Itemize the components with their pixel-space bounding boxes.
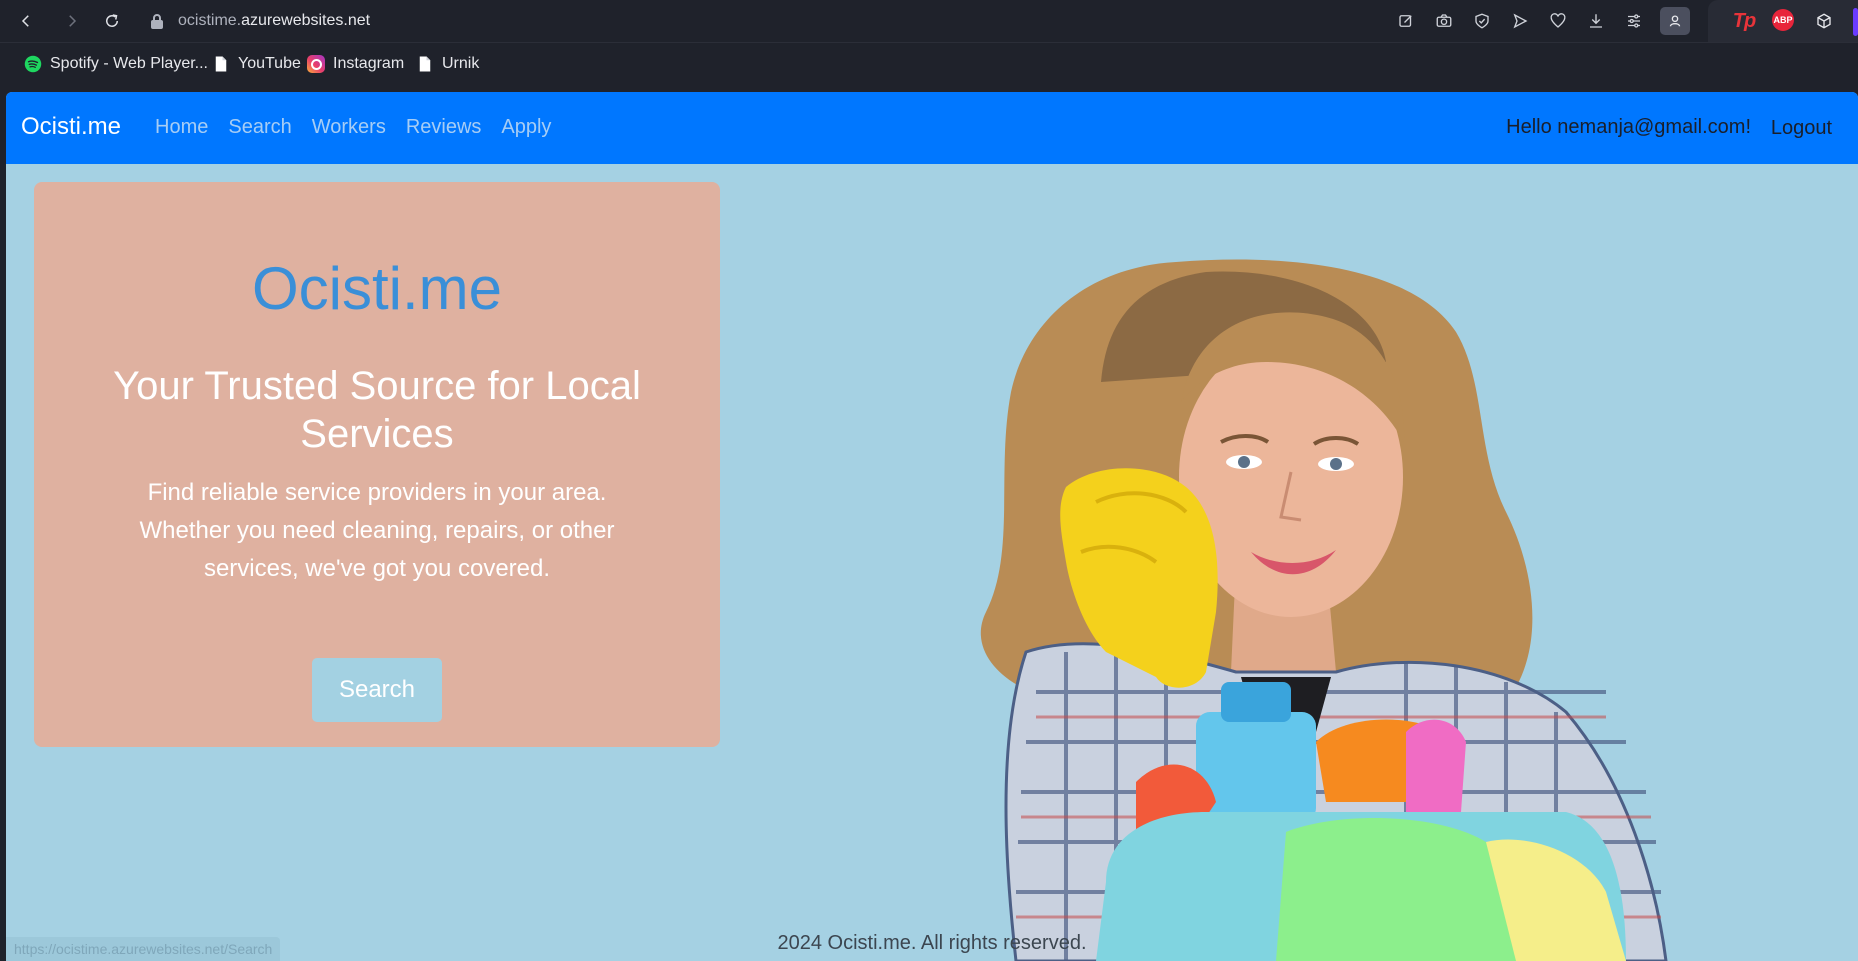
profile-icon[interactable] (1660, 7, 1690, 35)
bookmark-label: Urnik (442, 55, 480, 72)
hero-description: Find reliable service providers in your … (139, 479, 615, 582)
nav-links: Home Search Workers Reviews Apply (155, 116, 571, 139)
user-greeting: Hello nemanja@gmail.com! (1506, 116, 1751, 138)
bookmark-youtube[interactable]: YouTube (212, 52, 301, 76)
adblock-extension-icon[interactable]: ABP (1772, 9, 1794, 31)
shield-icon[interactable] (1470, 9, 1494, 33)
bookmark-urnik[interactable]: Urnik (416, 52, 479, 76)
forward-icon (69, 15, 77, 27)
page-icon (419, 56, 431, 72)
hero-subtitle: Your Trusted Source for Local Services (113, 364, 641, 456)
search-button[interactable]: Search (312, 658, 442, 722)
settings-sliders-icon[interactable] (1622, 9, 1646, 33)
tp-extension-icon[interactable]: Tp (1732, 9, 1756, 33)
bookmark-label: Instagram (333, 55, 405, 72)
bookmarks-bar: Spotify - Web Player... YouTube Instagra… (0, 42, 1858, 85)
back-icon (21, 15, 29, 27)
footer-text: 2024 Ocisti.me. All rights reserved. (777, 932, 1087, 954)
send-icon[interactable] (1508, 9, 1532, 33)
nav-home[interactable]: Home (155, 116, 208, 139)
url-text: ocistime.azurewebsites.net (178, 12, 371, 29)
bookmark-spotify[interactable]: Spotify - Web Player... (24, 52, 208, 76)
camera-icon[interactable] (1432, 9, 1456, 33)
page-icon (215, 56, 227, 72)
instagram-icon (307, 55, 325, 73)
heart-icon[interactable] (1546, 9, 1570, 33)
sidebar-accent (1853, 8, 1858, 36)
reload-icon (106, 14, 118, 27)
lock-icon (150, 13, 164, 29)
address-bar[interactable]: ocistime.azurewebsites.net (150, 9, 370, 33)
site-navbar: Ocisti.me Home Search Workers Reviews Ap… (6, 92, 1858, 164)
bookmark-instagram[interactable]: Instagram (307, 52, 404, 76)
nav-reviews[interactable]: Reviews (406, 116, 482, 139)
nav-apply[interactable]: Apply (501, 116, 551, 139)
extensions-area: Tp ABP (1708, 0, 1858, 42)
hero-card: Ocisti.me Your Trusted Source for Local … (34, 182, 720, 747)
extensions-cube-icon[interactable] (1812, 9, 1836, 33)
browser-toolbar: ocistime.azurewebsites.net Tp ABP (0, 0, 1858, 42)
logout-link[interactable]: Logout (1771, 117, 1832, 140)
back-button[interactable] (14, 9, 38, 33)
nav-workers[interactable]: Workers (312, 116, 386, 139)
forward-button[interactable] (60, 9, 84, 33)
web-page: Ocisti.me Home Search Workers Reviews Ap… (6, 92, 1858, 961)
status-bar-url: https://ocistime.azurewebsites.net/Searc… (6, 937, 281, 961)
download-icon[interactable] (1584, 9, 1608, 33)
brand-logo[interactable]: Ocisti.me (21, 113, 121, 141)
reload-button[interactable] (100, 9, 124, 33)
nav-search[interactable]: Search (228, 116, 291, 139)
bookmark-label: YouTube (238, 55, 301, 72)
hero-title: Ocisti.me (251, 255, 503, 322)
spotify-icon (24, 55, 42, 73)
edit-icon[interactable] (1394, 9, 1418, 33)
bookmark-label: Spotify - Web Player... (50, 55, 208, 72)
